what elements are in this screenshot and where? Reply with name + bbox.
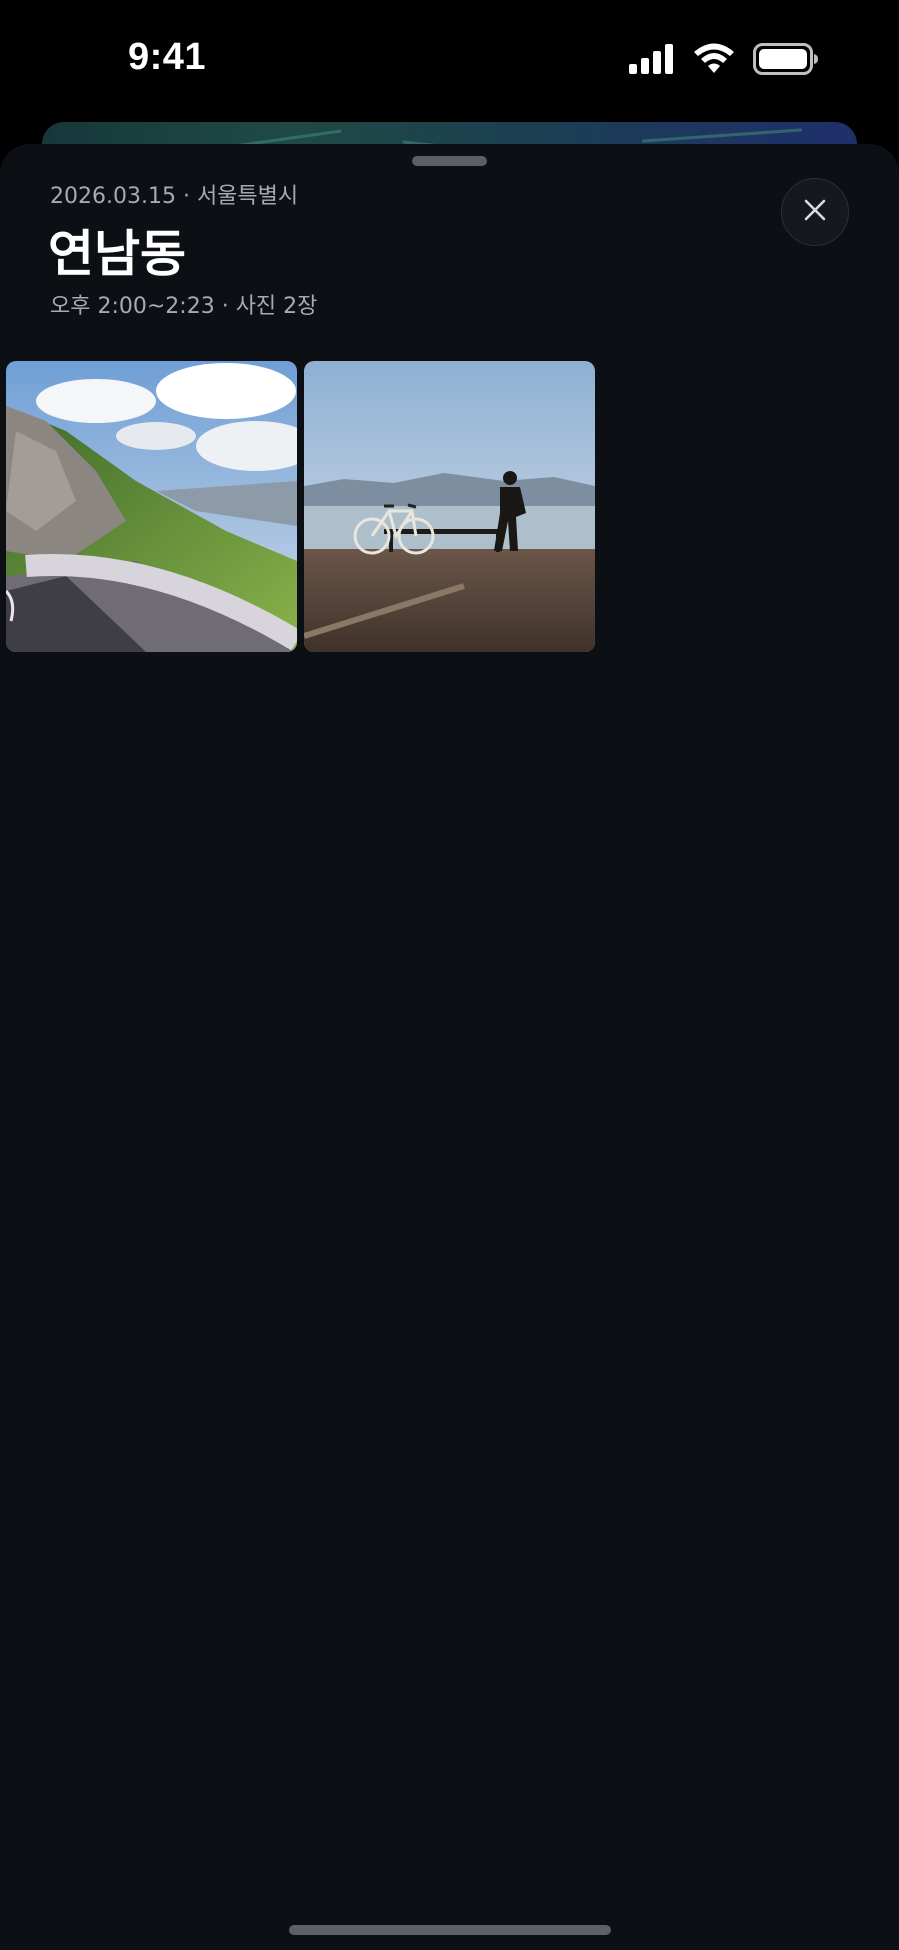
photo-grid: [6, 361, 595, 652]
battery-icon: [753, 43, 819, 79]
status-icons: [629, 43, 819, 79]
screen: 9:41 2026.03.15 · 서울특별시 연남동 오후 2:00~2:23…: [0, 0, 899, 1950]
photo-thumbnail-lakeside[interactable]: [304, 361, 595, 652]
home-indicator[interactable]: [289, 1925, 611, 1935]
sheet-grabber[interactable]: [412, 156, 487, 166]
wifi-icon: [693, 43, 735, 79]
time-photo-count: 오후 2:00~2:23 · 사진 2장: [50, 294, 318, 319]
detail-sheet: 2026.03.15 · 서울특별시 연남동 오후 2:00~2:23 · 사진…: [0, 144, 899, 1950]
place-title: 연남동: [48, 225, 186, 283]
close-icon: [803, 198, 827, 226]
status-bar: 9:41: [0, 0, 899, 120]
photo-thumbnail-mountain-road[interactable]: [6, 361, 297, 652]
cellular-signal-icon: [629, 44, 675, 78]
date-location: 2026.03.15 · 서울특별시: [50, 184, 299, 209]
status-time: 9:41: [128, 36, 207, 78]
close-button[interactable]: [781, 178, 849, 246]
